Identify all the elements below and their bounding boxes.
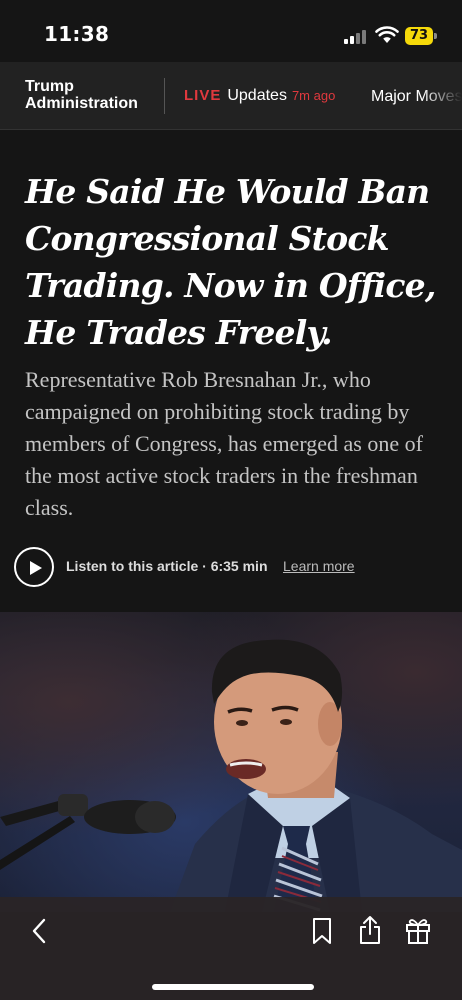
status-time: 11:38 — [44, 22, 110, 46]
gift-icon[interactable] — [405, 916, 431, 944]
wifi-icon — [375, 26, 399, 43]
microphone-illustration — [0, 794, 176, 870]
photo-illustration — [0, 639, 462, 912]
play-icon — [30, 561, 42, 575]
live-updates-label: Updates — [227, 87, 287, 104]
section-title[interactable]: Trump Administration — [25, 78, 138, 112]
listen-row: Listen to this article · 6:35 min Learn … — [14, 547, 454, 587]
section-nav: Trump Administration LIVE Updates 7m ago M… — [0, 62, 462, 130]
back-icon[interactable] — [28, 917, 52, 945]
share-icon[interactable] — [357, 915, 383, 945]
home-indicator[interactable] — [152, 984, 314, 990]
nav-fade — [422, 62, 462, 129]
live-updates-link[interactable]: LIVE Updates 7m ago — [184, 87, 335, 105]
battery-icon: 73 — [405, 27, 433, 45]
play-button[interactable] — [14, 547, 54, 587]
cellular-signal-icon — [344, 29, 368, 44]
article-headline: He Said He Would Ban Congressional Stock… — [25, 172, 436, 352]
bookmark-icon[interactable] — [310, 917, 334, 945]
live-label: LIVE — [184, 87, 222, 104]
article-photo — [0, 612, 462, 912]
live-timestamp: 7m ago — [291, 88, 336, 103]
section-divider — [164, 78, 165, 114]
learn-more-link[interactable]: Learn more — [283, 558, 355, 574]
battery-tip — [434, 33, 437, 39]
listen-label[interactable]: Listen to this article · 6:35 min — [66, 558, 268, 574]
status-bar: 11:38 73 — [0, 0, 462, 62]
section-title-line1: Trump — [25, 78, 74, 95]
section-title-line2: Administration — [25, 95, 138, 112]
article-summary: Representative Rob Bresnahan Jr., who ca… — [25, 367, 423, 520]
